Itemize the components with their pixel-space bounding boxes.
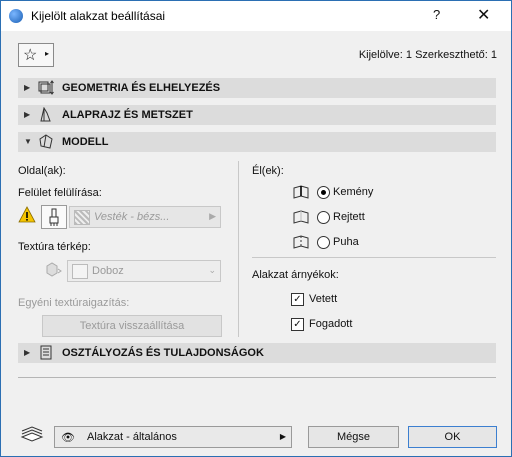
- surface-override-toggle[interactable]: [41, 205, 67, 229]
- surface-swatch: [74, 210, 90, 225]
- expand-arrow-icon: ▶: [24, 83, 31, 92]
- window-title: Kijelölt alakzat beállításai: [31, 9, 166, 23]
- texture-cube-icon: [46, 262, 62, 277]
- plan-section-icon: [40, 107, 51, 122]
- shadows-label: Alakzat árnyékok:: [252, 269, 339, 281]
- checkbox-cast[interactable]: ✓: [291, 293, 304, 306]
- panel-classification[interactable]: ▶ OSZTÁLYOZÁS ÉS TULAJDONSÁGOK: [18, 343, 496, 363]
- layer-value: Alakzat - általános: [87, 431, 177, 443]
- texture-map-value: Doboz: [92, 265, 124, 277]
- hidden-edge-icon: [293, 210, 309, 224]
- surface-value: Vesték - bézs...: [94, 211, 170, 223]
- dialog-window: Kijelölt alakzat beállításai ? ✕ ☆ ▸ Kij…: [0, 0, 512, 457]
- radio-soft[interactable]: [317, 236, 330, 249]
- texture-map-select[interactable]: Doboz ⌄: [67, 260, 221, 282]
- star-icon: ☆: [23, 47, 38, 64]
- hard-edge-icon: [293, 185, 309, 199]
- column-divider: [238, 161, 239, 337]
- divider: [18, 377, 496, 378]
- panel-model-label: MODELL: [62, 136, 109, 148]
- panel-geometry-label: GEOMETRIA ÉS ELHELYEZÉS: [62, 82, 221, 94]
- panel-classification-label: OSZTÁLYOZÁS ÉS TULAJDONSÁGOK: [62, 347, 264, 359]
- eye-icon: 👁: [61, 432, 75, 444]
- box-icon: [72, 264, 88, 279]
- radio-hard[interactable]: [317, 186, 330, 199]
- edge-option-label: Rejtett: [333, 211, 365, 223]
- triangle-right-icon: ▸: [45, 49, 50, 58]
- custom-texture-label: Egyéni textúraigazítás:: [18, 297, 130, 309]
- divider: [252, 257, 496, 258]
- collapse-arrow-icon: ▼: [24, 137, 32, 146]
- title-bar: Kijelölt alakzat beállításai ? ✕: [1, 1, 511, 31]
- geometry-icon: [38, 80, 54, 95]
- ok-button[interactable]: OK: [408, 426, 497, 448]
- expand-arrow-icon: ▶: [24, 348, 31, 357]
- panel-plan-section[interactable]: ▶ ALAPRAJZ ÉS METSZET: [18, 105, 496, 125]
- expand-arrow-icon: ▶: [24, 110, 31, 119]
- selection-info: Kijelölve: 1 Szerkeszthető: 1: [358, 49, 497, 61]
- warning-icon: [18, 206, 36, 223]
- triangle-right-icon: ▶: [279, 432, 286, 441]
- close-button[interactable]: ✕: [477, 5, 490, 25]
- checkbox-receive[interactable]: ✓: [291, 318, 304, 331]
- edge-option-label: Kemény: [333, 186, 374, 198]
- help-button[interactable]: ?: [433, 7, 440, 22]
- panel-geometry[interactable]: ▶ GEOMETRIA ÉS ELHELYEZÉS: [18, 78, 496, 98]
- edge-option-label: Puha: [333, 236, 359, 248]
- shadow-option-label: Vetett: [309, 293, 338, 305]
- panel-plan-label: ALAPRAJZ ÉS METSZET: [62, 109, 193, 121]
- edges-label: Él(ek):: [252, 165, 284, 177]
- texture-map-label: Textúra térkép:: [18, 241, 91, 253]
- radio-hidden[interactable]: [317, 211, 330, 224]
- document-list-icon: [40, 345, 52, 360]
- surface-override-label: Felület felülírása:: [18, 187, 102, 199]
- app-icon: [9, 9, 23, 23]
- panel-model[interactable]: ▼ MODELL: [18, 132, 496, 152]
- layers-icon: [20, 426, 44, 442]
- soft-edge-icon: [293, 235, 309, 249]
- paintbrush-icon: [49, 208, 59, 226]
- chevron-down-icon: ⌄: [208, 265, 216, 275]
- favorites-button[interactable]: ☆ ▸: [18, 43, 54, 67]
- triangle-right-icon: ▶: [209, 211, 216, 221]
- cancel-button[interactable]: Mégse: [308, 426, 399, 448]
- surface-select[interactable]: Vesték - bézs... ▶: [69, 206, 221, 228]
- reset-texture-button[interactable]: Textúra visszaállítása: [42, 315, 222, 337]
- shadow-option-label: Fogadott: [309, 318, 353, 330]
- model-icon: [39, 134, 53, 149]
- sides-label: Oldal(ak):: [18, 165, 66, 177]
- layer-select[interactable]: 👁 Alakzat - általános ▶: [54, 426, 292, 448]
